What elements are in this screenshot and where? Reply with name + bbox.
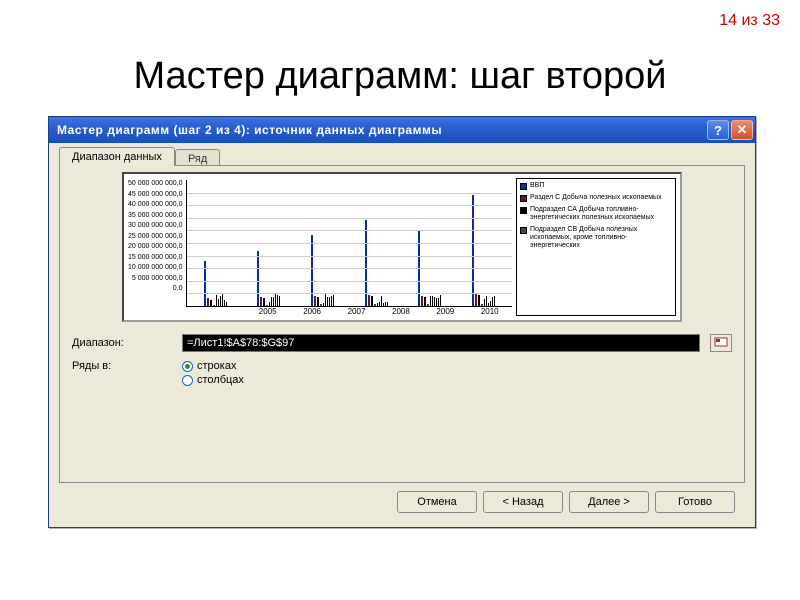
- radio-cols[interactable]: [182, 375, 193, 386]
- slide-counter: 14 из 33: [719, 12, 780, 30]
- range-picker-button[interactable]: [710, 334, 732, 352]
- cancel-button[interactable]: Отмена: [397, 491, 477, 513]
- radio-cols-option[interactable]: столбцах: [182, 374, 244, 386]
- tab-pane: 50 000 000 000,045 000 000 000,040 000 0…: [59, 165, 745, 483]
- plot-area: [186, 180, 513, 307]
- x-axis-labels: 200520062007200820092010: [186, 307, 513, 316]
- button-bar: Отмена < Назад Далее > Готово: [59, 483, 745, 521]
- rows-in-row: Ряды в: строках столбцах: [72, 360, 732, 386]
- range-label: Диапазон:: [72, 337, 172, 349]
- radio-rows[interactable]: [182, 361, 193, 372]
- rows-in-label: Ряды в:: [72, 360, 172, 372]
- next-button[interactable]: Далее >: [569, 491, 649, 513]
- y-axis-labels: 50 000 000 000,045 000 000 000,040 000 0…: [128, 180, 186, 292]
- close-button[interactable]: ✕: [731, 120, 753, 140]
- dialog-body: Диапазон данных Ряд 50 000 000 000,045 0…: [49, 143, 755, 527]
- back-button[interactable]: < Назад: [483, 491, 563, 513]
- range-input[interactable]: [182, 334, 700, 352]
- tab-data-range[interactable]: Диапазон данных: [59, 147, 175, 166]
- radio-rows-option[interactable]: строках: [182, 360, 244, 372]
- range-row: Диапазон:: [72, 334, 732, 352]
- finish-button[interactable]: Готово: [655, 491, 735, 513]
- radio-rows-label: строках: [197, 360, 236, 372]
- radio-cols-label: столбцах: [197, 374, 244, 386]
- legend: ВВПРаздел С Добыча полезных ископаемыхПо…: [516, 178, 676, 316]
- chart-wizard-dialog: Мастер диаграмм (шаг 2 из 4): источник д…: [48, 116, 756, 528]
- titlebar-text: Мастер диаграмм (шаг 2 из 4): источник д…: [57, 123, 705, 137]
- collapse-range-icon: [714, 337, 728, 349]
- page-title: Мастер диаграмм: шаг второй: [0, 55, 800, 98]
- tab-strip: Диапазон данных Ряд: [59, 147, 745, 166]
- help-button[interactable]: ?: [707, 120, 729, 140]
- titlebar: Мастер диаграмм (шаг 2 из 4): источник д…: [49, 117, 755, 143]
- chart-preview: 50 000 000 000,045 000 000 000,040 000 0…: [122, 172, 682, 322]
